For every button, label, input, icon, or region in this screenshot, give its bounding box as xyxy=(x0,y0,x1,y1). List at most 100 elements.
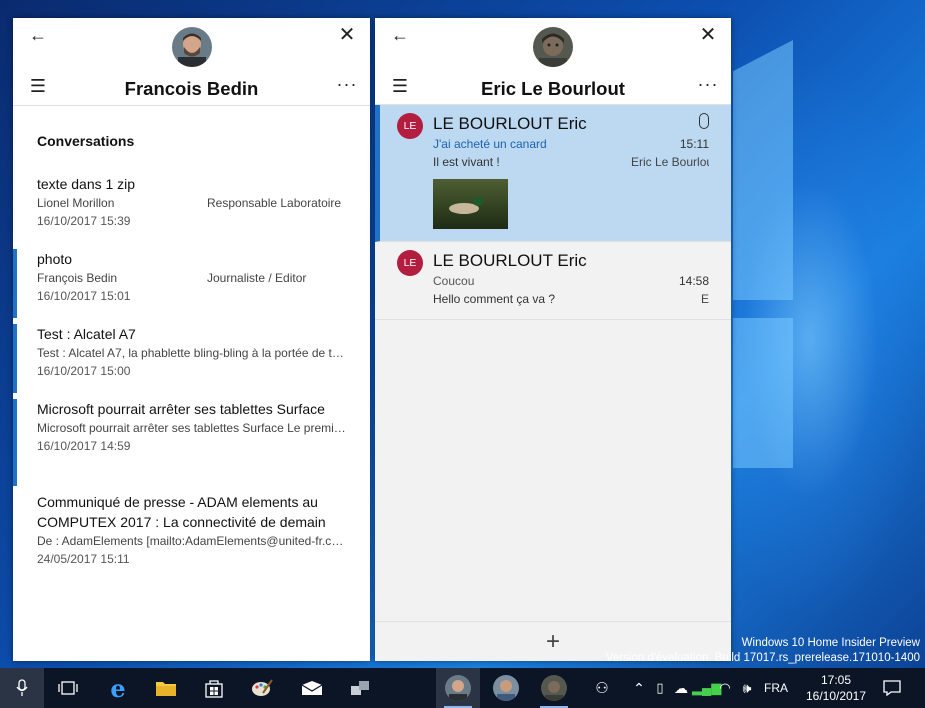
close-icon[interactable]: ✕ xyxy=(697,25,719,45)
conversation-item[interactable]: texte dans 1 zip Lionel Morillon Respons… xyxy=(13,168,370,243)
people-contact-taskbar-button[interactable] xyxy=(484,668,528,708)
avatar xyxy=(493,675,519,701)
file-explorer-button[interactable] xyxy=(144,668,188,708)
avatar xyxy=(171,27,212,67)
add-icon[interactable]: + xyxy=(543,628,563,656)
conversation-list: texte dans 1 zip Lionel Morillon Respons… xyxy=(13,168,370,579)
conversation-item[interactable]: photo François Bedin Journaliste / Edito… xyxy=(13,243,370,318)
left-window-header: ← ✕ ☰ Francois Bedin ··· xyxy=(13,18,370,106)
edge-browser-button[interactable]: e xyxy=(96,668,140,708)
conversations-heading: Conversations xyxy=(37,133,135,149)
avatar xyxy=(533,27,573,67)
clock-date: 16/10/2017 xyxy=(805,689,867,703)
mail-envelope-icon xyxy=(301,681,323,695)
conversation-sender: Lionel Morillon xyxy=(37,196,115,210)
message-recipient: Eric Le Bourlout xyxy=(631,155,709,169)
conversation-sender-role: Journaliste / Editor xyxy=(207,271,307,285)
conversation-title: texte dans 1 zip xyxy=(37,176,136,192)
message-item[interactable]: LE LE BOURLOUT Eric Coucou 14:58 Hello c… xyxy=(375,242,731,320)
accent-bar xyxy=(13,399,17,486)
message-time: 15:11 xyxy=(679,137,709,151)
conversation-title: photo xyxy=(37,251,73,267)
input-language[interactable]: FRA xyxy=(760,681,792,695)
paint-palette-icon xyxy=(252,679,273,696)
contact-name-title: Francois Bedin xyxy=(124,78,259,99)
contact-name-title: Eric Le Bourlout xyxy=(481,78,625,99)
conversation-sender-role: Responsable Laboratoire xyxy=(207,196,342,210)
message-list: LE LE BOURLOUT Eric J'ai acheté un canar… xyxy=(375,105,731,320)
avatar xyxy=(541,675,567,701)
conversation-sender: François Bedin xyxy=(37,271,118,285)
signal-strength-icon[interactable]: ▂▄▆ xyxy=(692,680,721,696)
conversation-date: 16/10/2017 15:39 xyxy=(37,214,131,228)
store-button[interactable] xyxy=(192,668,236,708)
more-options-icon[interactable]: ··· xyxy=(336,74,358,94)
cortana-microphone-button[interactable] xyxy=(0,668,44,708)
windows-build-watermark: Windows 10 Home Insider Preview Version … xyxy=(606,636,920,666)
desktop-window-logo-pane xyxy=(733,318,793,468)
store-bag-icon xyxy=(205,680,223,698)
people-eric-taskbar-button[interactable] xyxy=(532,668,576,708)
edge-icon: e xyxy=(110,673,126,703)
watermark-build: Version d'évaluation. Build 17017.rs_pre… xyxy=(605,652,920,664)
conversation-date: 16/10/2017 14:59 xyxy=(37,439,131,453)
sender-initials-avatar: LE xyxy=(397,250,423,276)
chevron-up-icon[interactable]: ⌃ xyxy=(628,680,650,697)
computer-network-icon xyxy=(351,681,369,695)
accent-bar xyxy=(13,324,17,393)
onedrive-cloud-icon[interactable]: ☁ xyxy=(670,680,692,697)
people-francois-taskbar-button[interactable] xyxy=(436,668,480,708)
system-tray: ⚇ ⌃ ▯ ☁ ▂▄▆ ◠ 🕪 FRA xyxy=(590,668,792,708)
conversation-title: Microsoft pourrait arrêter ses tablettes… xyxy=(37,401,325,417)
network-app-button[interactable] xyxy=(338,668,382,708)
notification-icon xyxy=(883,680,901,696)
people-icon[interactable]: ⚇ xyxy=(590,679,614,697)
message-preview: Hello comment ça va ? xyxy=(433,292,556,306)
task-view-icon xyxy=(58,681,78,695)
attachment-paperclip-icon xyxy=(699,113,709,129)
conversation-item[interactable]: Microsoft pourrait arrêter ses tablettes… xyxy=(13,393,370,486)
more-options-icon[interactable]: ··· xyxy=(697,74,719,94)
folder-icon xyxy=(156,682,176,696)
clock-time: 17:05 xyxy=(820,673,852,687)
conversation-item[interactable]: Communiqué de presse - ADAM elements au … xyxy=(13,486,370,579)
back-arrow-icon[interactable]: ← xyxy=(389,25,411,45)
avatar xyxy=(445,675,471,701)
right-window-header: ← ✕ ☰ Eric Le Bourlout ··· xyxy=(375,18,731,105)
conversation-date: 16/10/2017 15:00 xyxy=(37,364,131,378)
back-arrow-icon[interactable]: ← xyxy=(27,25,49,45)
action-center-button[interactable] xyxy=(872,668,912,708)
taskbar: e ⚇ ⌃ ▯ ☁ ▂▄▆ ◠ 🕪 FRA 17:05 16/10/2017 xyxy=(0,668,925,708)
message-recipient: Eric xyxy=(701,292,709,306)
right-contact-window: ← ✕ ☰ Eric Le Bourlout ··· LE LE BOURLOU… xyxy=(375,18,731,661)
conversation-title: Communiqué de presse - ADAM elements au … xyxy=(37,494,326,530)
message-item[interactable]: LE LE BOURLOUT Eric J'ai acheté un canar… xyxy=(375,105,731,242)
conversation-preview: Test : Alcatel A7, la phablette bling-bl… xyxy=(37,346,346,360)
conversation-preview: Microsoft pourrait arrêter ses tablettes… xyxy=(37,421,346,435)
watermark-edition: Windows 10 Home Insider Preview xyxy=(741,637,920,649)
task-view-button[interactable] xyxy=(46,668,90,708)
desktop-window-logo-pane xyxy=(733,40,793,300)
close-icon[interactable]: ✕ xyxy=(336,25,358,45)
message-time: 14:58 xyxy=(678,274,709,288)
conversation-item[interactable]: Test : Alcatel A7 Test : Alcatel A7, la … xyxy=(13,318,370,393)
microphone-icon xyxy=(16,679,28,696)
message-sender: LE BOURLOUT Eric xyxy=(433,251,587,270)
message-preview: Il est vivant ! xyxy=(433,155,500,169)
mail-button[interactable] xyxy=(290,668,334,708)
left-contact-window: ← ✕ ☰ Francois Bedin ··· Conversations t… xyxy=(13,18,370,661)
system-clock[interactable]: 17:05 16/10/2017 xyxy=(800,672,872,704)
duck-photo-thumbnail[interactable] xyxy=(433,179,508,229)
wifi-icon[interactable]: ◠ xyxy=(714,680,736,696)
conversation-preview: De : AdamElements [mailto:AdamElements@u… xyxy=(37,534,346,548)
usb-device-icon[interactable]: ▯ xyxy=(650,680,670,696)
volume-icon[interactable]: 🕪 xyxy=(736,680,758,697)
conversation-date: 24/05/2017 15:11 xyxy=(37,552,130,566)
message-subject: J'ai acheté un canard xyxy=(433,137,547,151)
accent-bar xyxy=(13,249,17,318)
paint-button[interactable] xyxy=(240,668,284,708)
message-sender: LE BOURLOUT Eric xyxy=(433,114,587,133)
sender-initials-avatar: LE xyxy=(397,113,423,139)
conversation-date: 16/10/2017 15:01 xyxy=(37,289,131,303)
conversation-title: Test : Alcatel A7 xyxy=(37,326,136,342)
